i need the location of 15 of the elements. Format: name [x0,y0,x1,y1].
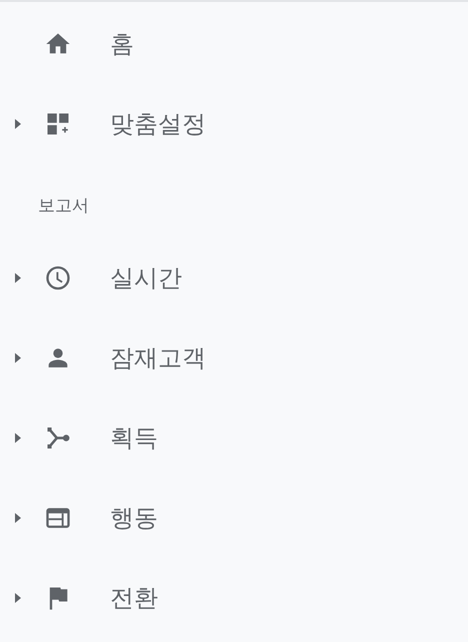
expand-caret-icon[interactable] [13,272,23,284]
nav-item-label[interactable]: 잠재고객 [110,342,206,374]
nav-item-label[interactable]: 행동 [110,502,158,534]
section-heading: 보고서 [38,198,89,215]
expand-caret-icon[interactable] [13,432,23,444]
nav-item-label[interactable]: 실시간 [110,262,182,294]
expand-caret-icon[interactable] [13,118,23,130]
nav-item-label[interactable]: 전환 [110,582,158,614]
expand-caret-icon[interactable] [13,592,23,604]
nav-item-label[interactable]: 홈 [110,28,134,60]
expand-caret-icon[interactable] [13,512,23,524]
expand-caret-icon[interactable] [13,352,23,364]
nav-item-label[interactable]: 맞춤설정 [110,108,206,140]
clock-icon [44,264,72,292]
nav-item-label[interactable]: 획득 [110,422,158,454]
